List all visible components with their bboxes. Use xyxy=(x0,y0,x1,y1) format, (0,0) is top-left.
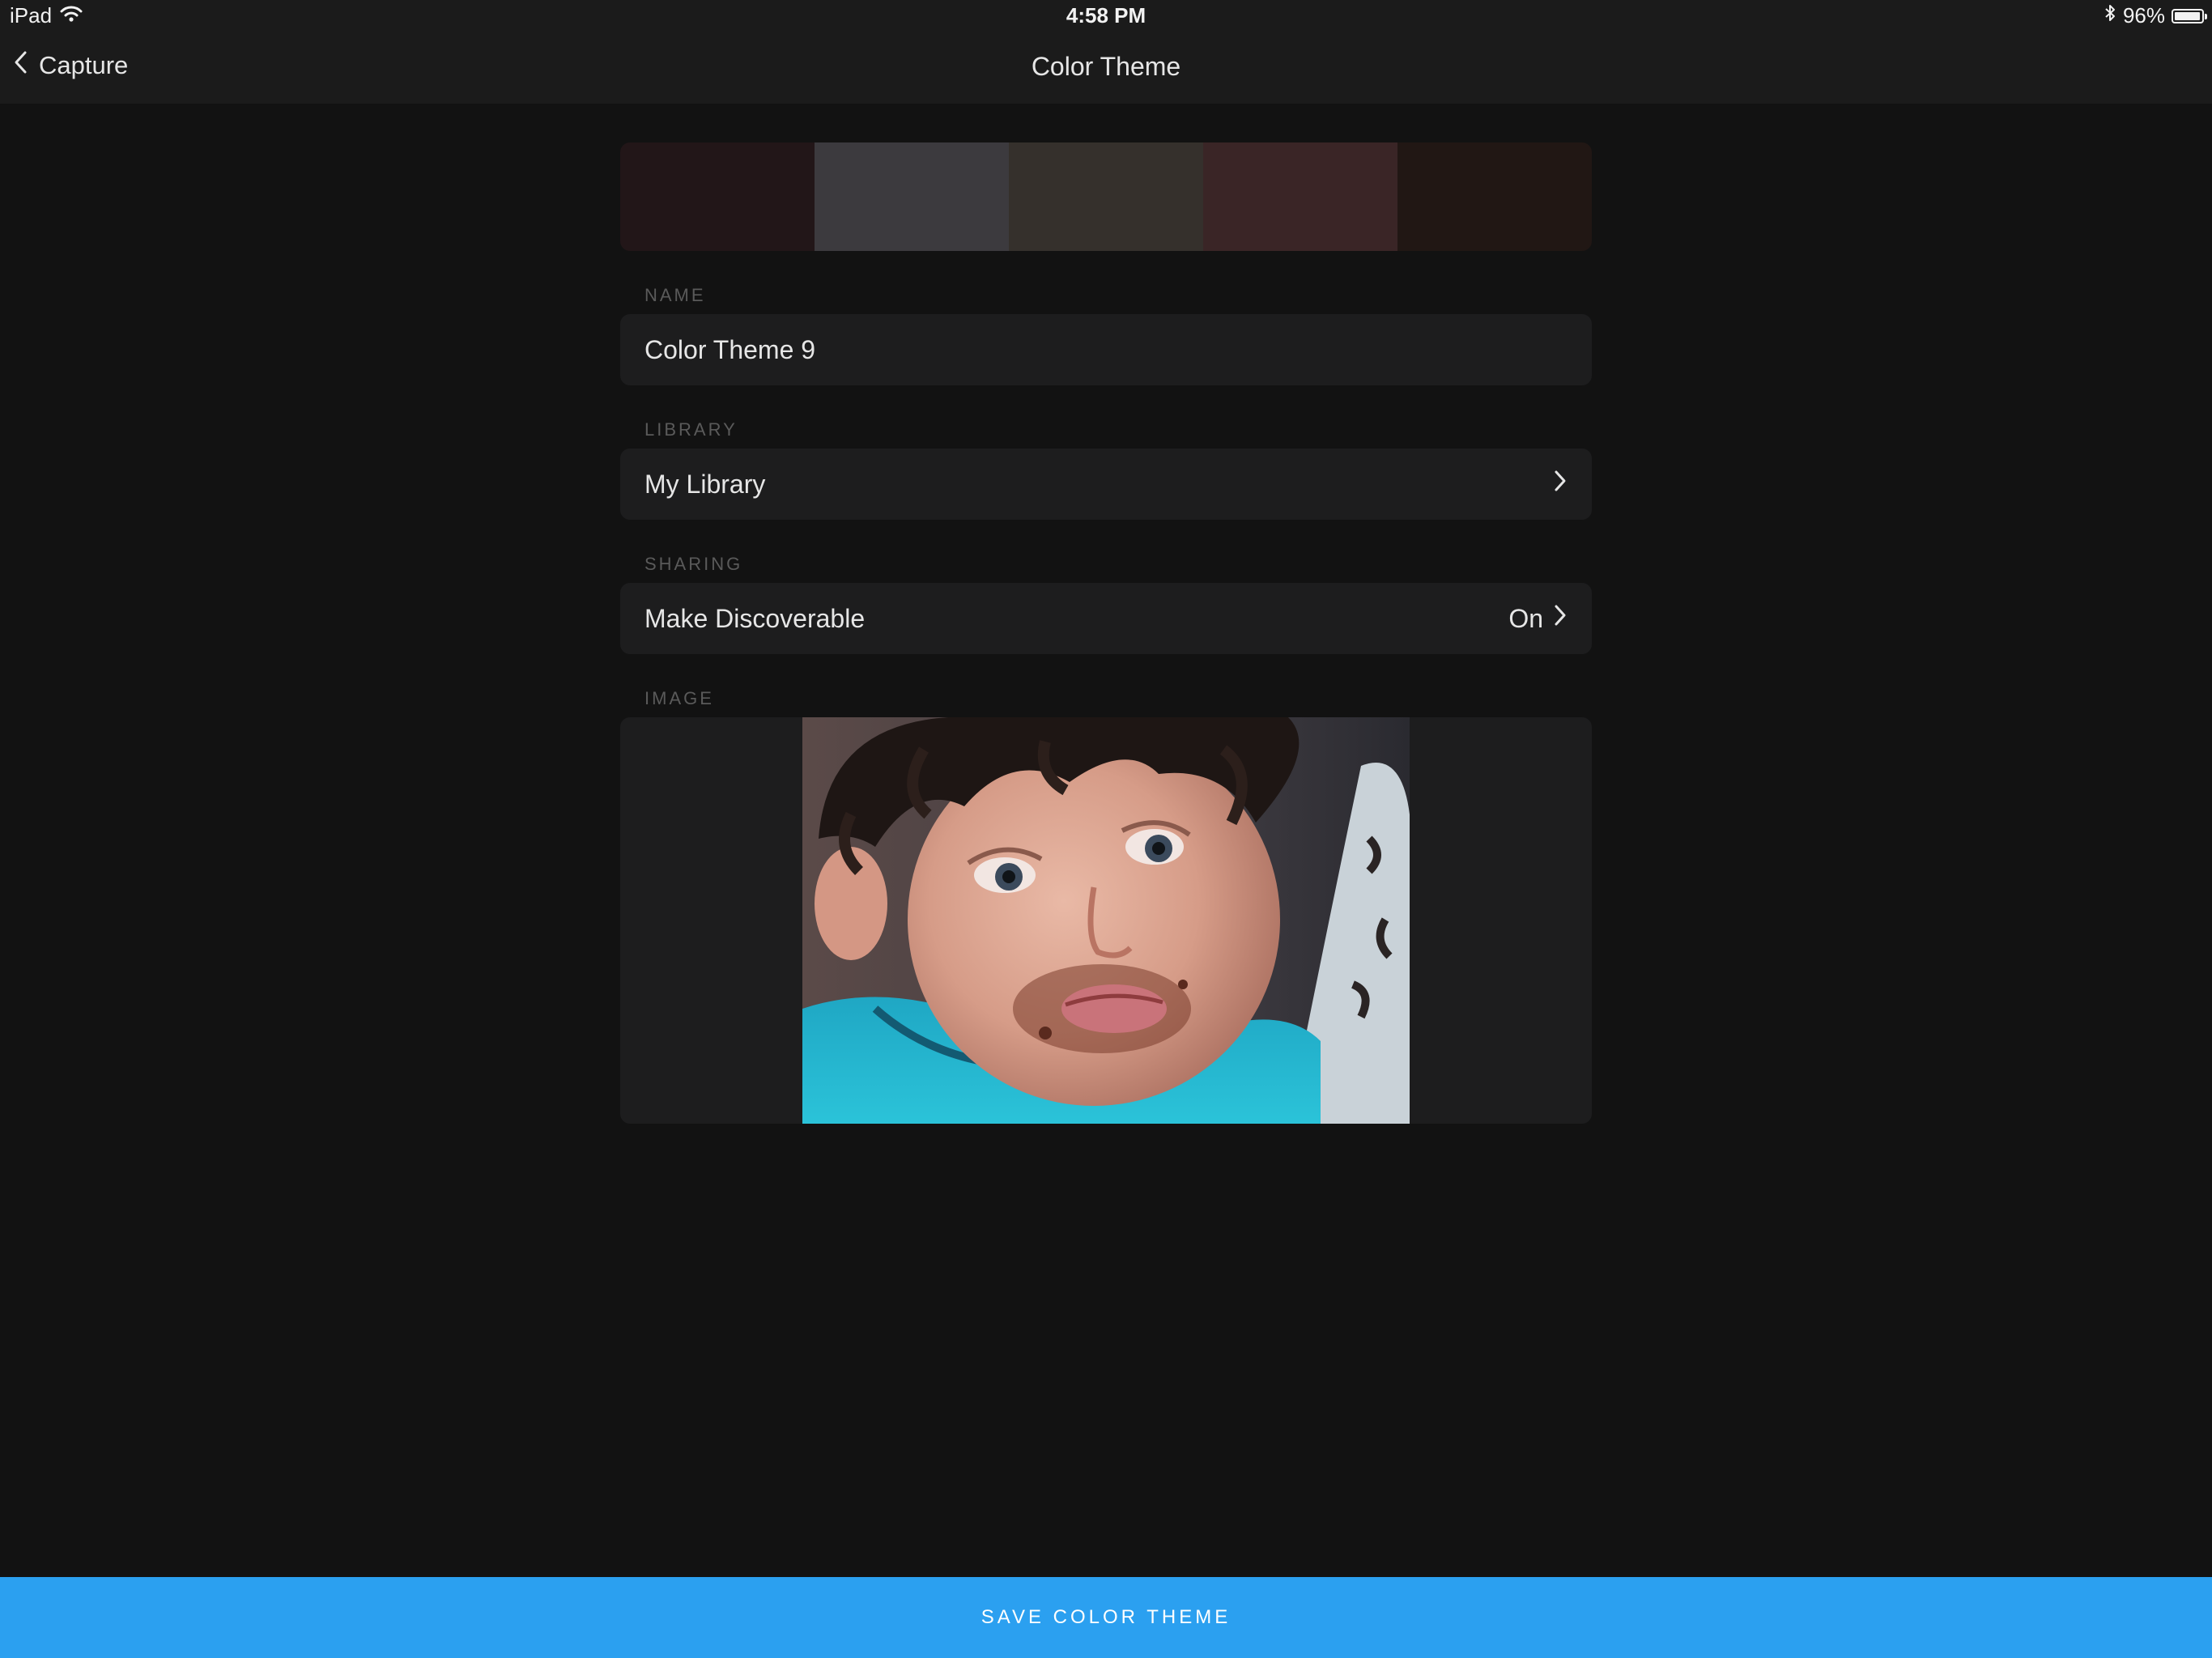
make-discoverable-row[interactable]: Make Discoverable On xyxy=(620,583,1592,654)
status-bar: iPad 4:58 PM 96% xyxy=(0,0,2212,32)
battery-fill xyxy=(2175,11,2200,20)
chevron-right-icon xyxy=(1553,469,1568,500)
library-row[interactable]: My Library xyxy=(620,449,1592,520)
make-discoverable-value: On xyxy=(1508,603,1543,633)
color-swatch[interactable] xyxy=(1397,142,1592,251)
chevron-right-icon xyxy=(1553,603,1568,634)
library-value: My Library xyxy=(644,469,766,499)
save-color-theme-button[interactable]: SAVE COLOR THEME xyxy=(0,1577,2212,1658)
name-field[interactable]: Color Theme 9 xyxy=(620,314,1592,385)
sharing-section-label: SHARING xyxy=(644,554,743,574)
bluetooth-icon xyxy=(2104,3,2116,28)
color-swatch[interactable] xyxy=(1203,142,1397,251)
main-content: NAME Color Theme 9 LIBRARY My Library SH… xyxy=(620,142,1592,1124)
color-swatch[interactable] xyxy=(1009,142,1203,251)
make-discoverable-label: Make Discoverable xyxy=(644,603,866,633)
image-section-label: IMAGE xyxy=(644,688,714,708)
color-swatch[interactable] xyxy=(620,142,815,251)
source-photo xyxy=(802,717,1410,1124)
color-swatch[interactable] xyxy=(815,142,1009,251)
color-theme-screen: iPad 4:58 PM 96% Capture Color Theme NAM… xyxy=(0,0,2212,1658)
page-title: Color Theme xyxy=(1031,52,1181,81)
color-swatches xyxy=(620,142,1592,251)
status-time: 4:58 PM xyxy=(1066,3,1146,28)
library-section-label: LIBRARY xyxy=(644,419,738,440)
navigation-bar: Capture Color Theme xyxy=(0,32,2212,104)
name-value: Color Theme 9 xyxy=(644,334,816,364)
status-right: 96% xyxy=(2104,3,2207,28)
image-panel xyxy=(620,717,1592,1124)
battery-icon xyxy=(2172,8,2207,23)
name-section-label: NAME xyxy=(644,285,706,305)
battery-percent: 96% xyxy=(2122,3,2165,28)
